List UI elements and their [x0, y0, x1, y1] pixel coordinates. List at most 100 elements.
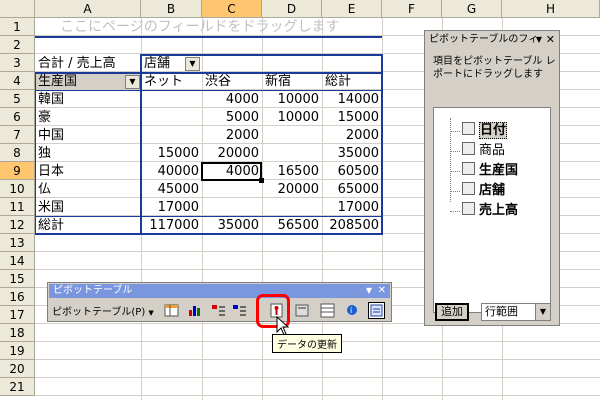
pivot-value-cell — [262, 145, 322, 163]
pivot-value-cell: 16500 — [277, 164, 319, 179]
chevron-down-icon[interactable]: ▼ — [535, 304, 550, 320]
pivot-value-cell — [141, 91, 202, 109]
pivot-value-cell: 60500 — [337, 164, 379, 179]
pivot-value-cell: 20000 — [277, 182, 319, 197]
pivot-value-cell — [262, 199, 322, 217]
row-header-19[interactable]: 19 — [0, 342, 35, 360]
column-header-g[interactable]: G — [442, 0, 502, 18]
pivot-value-cell: 35000 — [337, 146, 379, 161]
row-header-2[interactable]: 2 — [0, 36, 35, 54]
field-list-instructions: 項目をピボットテーブル レ ポートにドラッグします — [433, 56, 556, 80]
data-field-label[interactable]: 合計 / 売上高 — [35, 55, 141, 73]
field-list-toggle-icon[interactable] — [368, 302, 385, 319]
pivot-value-cell: 15000 — [157, 146, 199, 161]
row-header-7[interactable]: 7 — [0, 126, 35, 144]
table-options-icon[interactable] — [319, 302, 336, 319]
add-button[interactable]: 追加 — [435, 303, 469, 321]
pivot-value-cell: 20000 — [217, 146, 259, 161]
pivot-field-list-panel: ピボットテーブルのフィ ▼ ✕ 項目をピボットテーブル レ ポートにドラッグしま… — [424, 30, 560, 326]
show-detail-icon[interactable] — [231, 302, 248, 319]
row-header-10[interactable]: 10 — [0, 180, 35, 198]
chevron-down-icon: ▼ — [148, 309, 154, 317]
pivot-value-cell — [141, 109, 202, 127]
pivot-value-cell: 5000 — [225, 110, 259, 125]
row-header-6[interactable]: 6 — [0, 108, 35, 126]
select-all-corner[interactable] — [0, 0, 35, 18]
pivot-value-cell — [262, 127, 322, 145]
pivot-toolbar: ピボットテーブル ▼ ✕ ピボットテーブル(P) ▼ i — [47, 282, 392, 322]
field-list-title: ピボットテーブルのフィ — [429, 34, 539, 45]
row-header-11[interactable]: 11 — [0, 198, 35, 216]
pivot-value-cell: 2000 — [225, 128, 259, 143]
row-field-dropdown-icon[interactable]: ▼ — [125, 75, 140, 89]
row-header-17[interactable]: 17 — [0, 306, 35, 324]
fill-handle[interactable] — [259, 178, 264, 183]
row-header-15[interactable]: 15 — [0, 270, 35, 288]
chart-wizard-icon[interactable] — [186, 302, 203, 319]
pivot-value-cell: 65000 — [337, 182, 379, 197]
field-item-label: 商品 — [479, 143, 506, 158]
row-header-8[interactable]: 8 — [0, 144, 35, 162]
pivot-row-label: 米国 — [38, 200, 65, 215]
pivot-value-cell: 14000 — [337, 92, 379, 107]
row-header-5[interactable]: 5 — [0, 90, 35, 108]
pivot-row-label: 日本 — [38, 164, 65, 179]
row-header-4[interactable]: 4 — [0, 72, 35, 90]
row-header-21[interactable]: 21 — [0, 378, 35, 396]
active-cell-c9[interactable] — [201, 162, 262, 181]
row-header-1[interactable]: 1 — [0, 18, 35, 36]
field-settings-icon[interactable] — [294, 302, 311, 319]
row-header-16[interactable]: 16 — [0, 288, 35, 306]
pivot-value-cell — [202, 181, 262, 199]
spreadsheet-grid[interactable]: A B C D E F G H 1 2 3 4 5 6 7 8 9 10 11 12 13 14 15 16 1… — [0, 0, 600, 400]
column-header-h[interactable]: H — [502, 0, 600, 18]
row-header-13[interactable]: 13 — [0, 234, 35, 252]
pivot-value-cell: 15000 — [337, 110, 379, 125]
field-list-icon — [462, 122, 475, 135]
chevron-down-icon[interactable]: ▼ — [366, 284, 372, 298]
field-item-label: 生産国 — [479, 163, 519, 178]
pivot-value-cell: 40000 — [157, 164, 199, 179]
field-item[interactable]: 生産国 — [462, 162, 518, 180]
hide-detail-icon[interactable] — [210, 302, 227, 319]
pivot-value-cell: 10000 — [277, 110, 319, 125]
field-item[interactable]: 日付 — [462, 122, 508, 140]
field-item[interactable]: 商品 — [462, 142, 505, 160]
field-list-icon — [462, 142, 475, 155]
row-header-9[interactable]: 9 — [0, 162, 35, 180]
row-header-18[interactable]: 18 — [0, 324, 35, 342]
column-header-f[interactable]: F — [382, 0, 442, 18]
refresh-tooltip: データの更新 — [272, 334, 342, 353]
pivot-row-label: 中国 — [38, 128, 65, 143]
pivot-row-label: 韓国 — [38, 92, 65, 107]
field-item[interactable]: 店舗 — [462, 182, 505, 200]
col-item-shibuya: 渋谷 — [205, 74, 232, 89]
field-item-label: 売上高 — [479, 203, 519, 218]
column-field-dropdown-icon[interactable]: ▼ — [185, 57, 200, 71]
col-item-total: 総計 — [325, 74, 352, 89]
pivot-row-label: 仏 — [38, 182, 52, 197]
close-icon[interactable]: ✕ — [378, 284, 386, 298]
row-header-20[interactable]: 20 — [0, 360, 35, 378]
pivot-row-label: 豪 — [38, 110, 52, 125]
col-item-shinjuku: 新宿 — [265, 74, 292, 89]
field-item-label: 店舗 — [479, 183, 506, 198]
close-icon[interactable]: ✕ — [546, 32, 555, 48]
row-header-14[interactable]: 14 — [0, 252, 35, 270]
field-list-icon — [462, 162, 475, 175]
field-item[interactable]: 売上高 — [462, 202, 518, 220]
row-header-3[interactable]: 3 — [0, 54, 35, 72]
pivot-value-cell: 17000 — [157, 200, 199, 215]
pivot-value-cell — [202, 199, 262, 217]
chevron-down-icon[interactable]: ▼ — [536, 32, 542, 48]
row-header-12[interactable]: 12 — [0, 216, 35, 234]
pivot-value-cell: 10000 — [277, 92, 319, 107]
pivot-menu-button[interactable]: ピボットテーブル(P) ▼ — [52, 303, 154, 318]
area-select[interactable]: 行範囲 ▼ — [481, 303, 551, 321]
pivot-value-cell: 17000 — [337, 200, 379, 215]
col-item-net: ネット — [144, 74, 184, 89]
format-report-icon[interactable] — [163, 302, 180, 319]
pivot-row-label: 独 — [38, 146, 52, 161]
field-list-box: 日付商品生産国店舗売上高 — [433, 107, 551, 313]
field-info-icon[interactable]: i — [345, 302, 362, 319]
